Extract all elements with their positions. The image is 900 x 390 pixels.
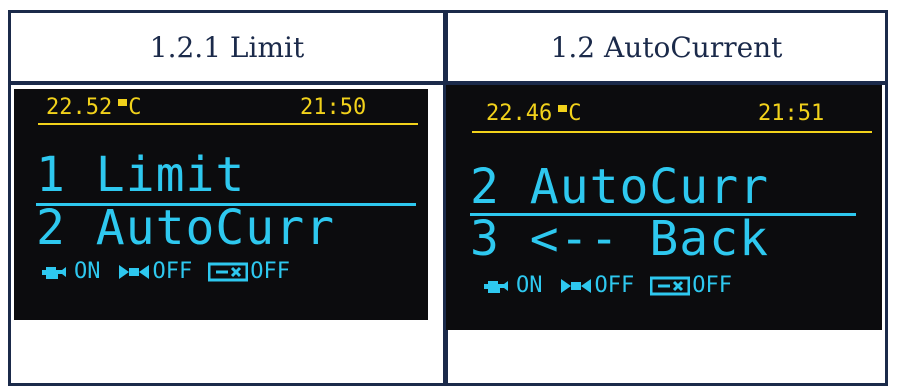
status-separator xyxy=(38,123,418,125)
engine-icon xyxy=(42,266,66,279)
menu-item[interactable]: 2 AutoCurr xyxy=(36,204,335,252)
pump-icon xyxy=(208,262,249,281)
status-bar: 22.52 C 21:50 xyxy=(14,89,428,125)
fan-icon xyxy=(560,278,591,293)
oled-display-autocurrent: 22.46 C 21:51 2 AutoCurr 3 <-- Back ON OF… xyxy=(446,85,882,330)
temperature-readout: 22.52 C xyxy=(46,95,142,120)
fan-status: OFF xyxy=(117,259,192,284)
pump-status: OFF xyxy=(208,259,290,284)
menu-item-selected[interactable]: 2 AutoCurr xyxy=(470,163,769,211)
fan-icon xyxy=(118,264,149,279)
pump-status: OFF xyxy=(650,273,732,298)
status-separator xyxy=(472,131,872,133)
device-status-row: ON OFF OFF xyxy=(40,259,306,284)
device-status-row: ON OFF OFF xyxy=(482,273,748,298)
column-header-autocurrent: 1.2 AutoCurrent xyxy=(550,30,783,64)
degree-icon xyxy=(558,105,568,112)
fan-status: OFF xyxy=(559,273,634,298)
menu-item-selected[interactable]: 1 Limit xyxy=(36,151,245,199)
engine-status: ON xyxy=(40,259,101,284)
degree-icon xyxy=(118,99,128,106)
column-header-limit: 1.2.1 Limit xyxy=(149,30,305,64)
oled-display-limit: 22.52 C 21:50 1 Limit 2 AutoCurr ON OFF O… xyxy=(14,89,428,320)
clock-readout: 21:50 xyxy=(300,95,367,120)
menu-item-back[interactable]: 3 <-- Back xyxy=(470,215,769,263)
temperature-readout: 22.46 C xyxy=(486,101,582,126)
pump-icon xyxy=(650,276,691,295)
engine-status: ON xyxy=(482,273,543,298)
engine-icon xyxy=(484,280,508,293)
status-bar: 22.46 C 21:51 xyxy=(446,85,882,133)
clock-readout: 21:51 xyxy=(758,101,825,126)
